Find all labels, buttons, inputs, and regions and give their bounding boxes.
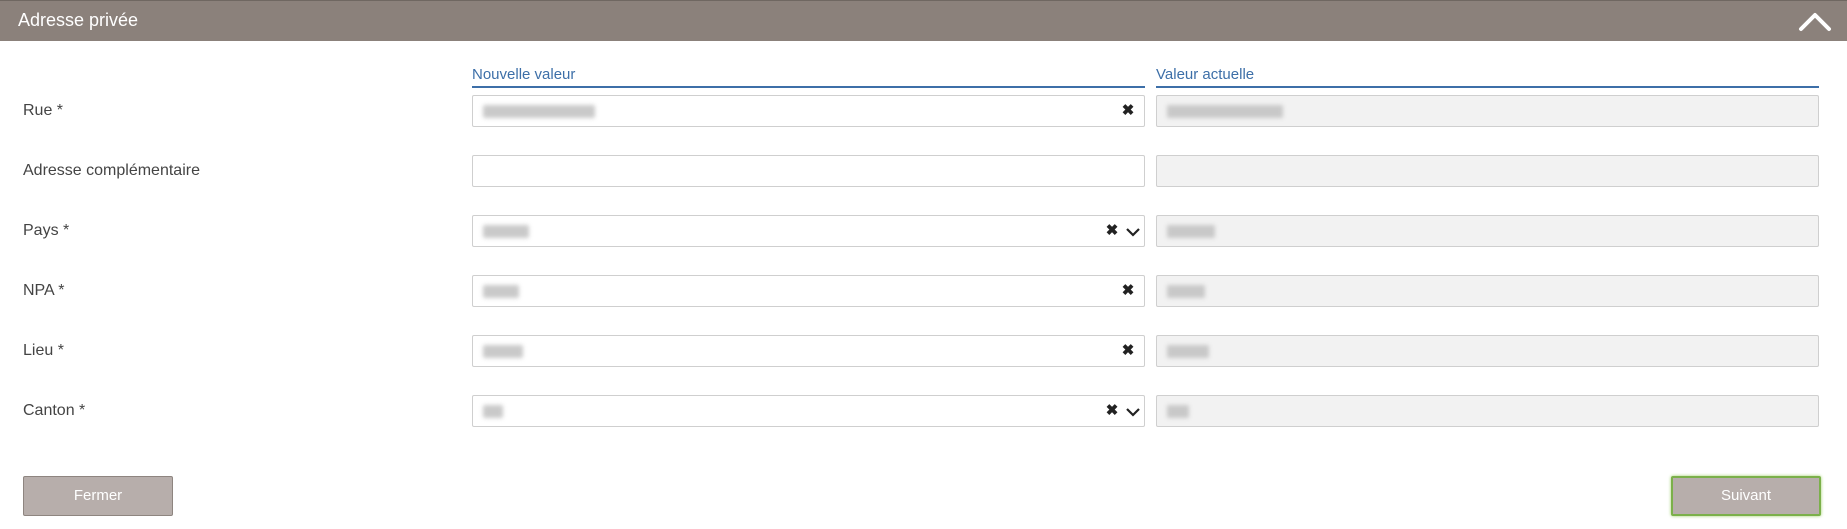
clear-icon[interactable]: ✖ <box>1120 102 1136 120</box>
label-adresse-complementaire: Adresse complémentaire <box>23 162 200 179</box>
clear-icon[interactable]: ✖ <box>1120 342 1136 360</box>
column-header-new-value: Nouvelle valeur <box>472 66 1145 88</box>
redacted-value <box>1167 405 1189 418</box>
next-button[interactable]: Suivant <box>1671 476 1821 516</box>
clear-icon[interactable]: ✖ <box>1120 282 1136 300</box>
redacted-value <box>483 225 529 238</box>
column-header-current-value: Valeur actuelle <box>1156 66 1819 88</box>
redacted-value <box>1167 285 1205 298</box>
npa-input[interactable]: ✖ <box>472 275 1145 307</box>
chevron-down-icon[interactable] <box>1125 224 1141 240</box>
close-button[interactable]: Fermer <box>23 476 173 516</box>
npa-current-value <box>1156 275 1819 307</box>
label-canton: Canton * <box>23 402 86 419</box>
redacted-value <box>483 345 523 358</box>
redacted-value <box>483 405 503 418</box>
label-rue: Rue * <box>23 102 64 119</box>
label-lieu: Lieu * <box>23 342 64 359</box>
label-pays: Pays * <box>23 222 70 239</box>
redacted-value <box>483 105 595 118</box>
clear-icon[interactable]: ✖ <box>1104 402 1120 420</box>
adresse-complementaire-input[interactable] <box>472 155 1145 187</box>
redacted-value <box>1167 225 1215 238</box>
rue-current-value <box>1156 95 1819 127</box>
panel-header[interactable]: Adresse privée <box>0 0 1847 41</box>
panel-title: Adresse privée <box>18 10 139 30</box>
canton-current-value <box>1156 395 1819 427</box>
address-panel: Adresse privée Nouvelle valeur Valeur ac… <box>0 0 1847 529</box>
lieu-current-value <box>1156 335 1819 367</box>
clear-icon[interactable]: ✖ <box>1104 222 1120 240</box>
lieu-input[interactable]: ✖ <box>472 335 1145 367</box>
redacted-value <box>483 285 519 298</box>
adresse-complementaire-current-value <box>1156 155 1819 187</box>
pays-select[interactable]: ✖ <box>472 215 1145 247</box>
redacted-value <box>1167 345 1209 358</box>
canton-select[interactable]: ✖ <box>472 395 1145 427</box>
chevron-up-icon[interactable] <box>1797 7 1833 35</box>
redacted-value <box>1167 105 1283 118</box>
label-npa: NPA * <box>23 282 65 299</box>
chevron-down-icon[interactable] <box>1125 404 1141 420</box>
pays-current-value <box>1156 215 1819 247</box>
rue-input[interactable]: ✖ <box>472 95 1145 127</box>
